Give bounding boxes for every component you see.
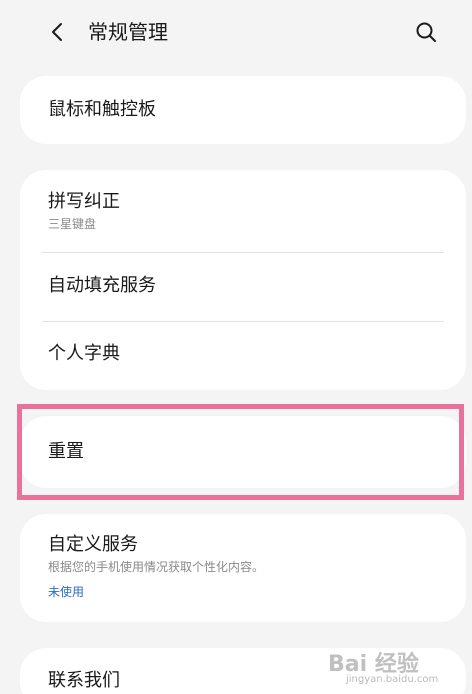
row-contact-us-label: 联系我们 (48, 670, 120, 691)
card-mouse-touchpad: 鼠标和触控板 (20, 76, 466, 144)
row-contact-us[interactable]: 联系我们 (20, 648, 466, 694)
search-icon (416, 22, 436, 42)
row-spell-correction-label: 拼写纠正 (48, 191, 120, 212)
row-spell-correction[interactable]: 拼写纠正 三星键盘 (20, 170, 466, 252)
back-button[interactable] (40, 14, 76, 50)
row-custom-service[interactable]: 自定义服务 根据您的手机使用情况获取个性化内容。 未使用 (20, 514, 466, 622)
row-personal-dictionary[interactable]: 个人字典 (20, 321, 466, 390)
row-personal-dictionary-label: 个人字典 (48, 343, 120, 364)
search-button[interactable] (408, 14, 444, 50)
card-custom-service: 自定义服务 根据您的手机使用情况获取个性化内容。 未使用 (20, 514, 466, 622)
row-custom-service-label: 自定义服务 (48, 534, 138, 555)
row-custom-service-subtitle: 根据您的手机使用情况获取个性化内容。 (48, 560, 265, 574)
row-custom-service-status: 未使用 (48, 585, 85, 599)
app-header: 常规管理 (0, 0, 472, 64)
row-spell-correction-subtitle: 三星键盘 (48, 217, 97, 231)
row-autofill-service[interactable]: 自动填充服务 (20, 252, 466, 321)
row-reset[interactable]: 重置 (20, 416, 466, 488)
chevron-left-icon (52, 23, 62, 41)
row-mouse-touchpad-label: 鼠标和触控板 (48, 99, 156, 120)
card-text-settings: 拼写纠正 三星键盘 自动填充服务 个人字典 (20, 170, 466, 390)
row-autofill-service-label: 自动填充服务 (48, 275, 156, 296)
row-mouse-touchpad[interactable]: 鼠标和触控板 (20, 76, 466, 144)
card-contact-us: 联系我们 (20, 648, 466, 694)
card-reset: 重置 (20, 416, 466, 488)
row-reset-label: 重置 (48, 441, 84, 462)
page-title: 常规管理 (88, 20, 168, 44)
